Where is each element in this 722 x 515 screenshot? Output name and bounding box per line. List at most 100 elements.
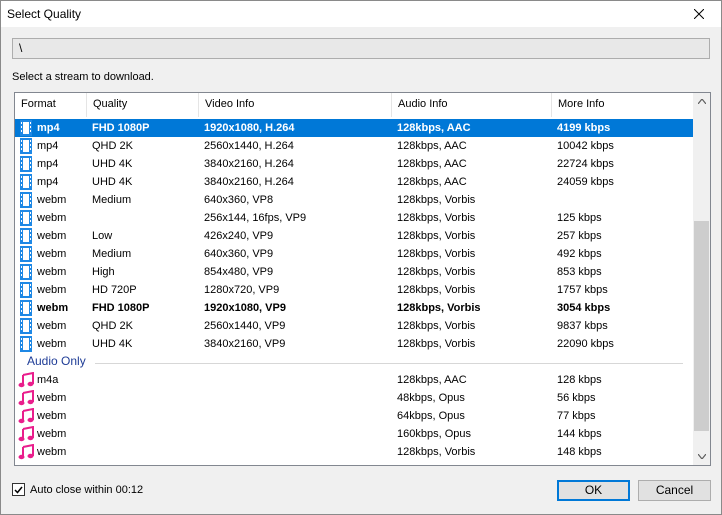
title-bar: Select Quality [1, 1, 721, 27]
table-row[interactable]: webm Low 426x240, VP9 128kbps, Vorbis 257 kb… [15, 227, 693, 245]
cell-audio-info: 128kbps, Vorbis [397, 320, 476, 332]
group-label: Audio Only [27, 354, 86, 368]
auto-close-checkbox[interactable] [12, 483, 25, 496]
table-row[interactable]: m4a 128kbps, AAC 128 kbps [15, 371, 693, 389]
cell-format: webm [37, 410, 67, 422]
cell-format: webm [37, 302, 69, 314]
ok-button[interactable]: OK [557, 480, 630, 501]
table-row[interactable]: webm FHD 1080P 1920x1080, VP9 128kbps, Vorb… [15, 299, 693, 317]
cancel-button[interactable]: Cancel [638, 480, 711, 501]
cell-audio-info: 48kbps, Opus [397, 392, 465, 404]
auto-close-option[interactable]: Auto close within 00:12 [12, 483, 143, 496]
group-divider [95, 363, 683, 364]
table-row[interactable]: webm Medium 640x360, VP9 128kbps, Vorbis 492… [15, 245, 693, 263]
cell-more-info: 853 kbps [557, 266, 602, 278]
cell-quality: UHD 4K [92, 176, 133, 188]
cell-video-info: 854x480, VP9 [204, 266, 274, 278]
audio-only-group-header: Audio Only [15, 353, 693, 371]
cell-audio-info: 128kbps, Vorbis [397, 284, 476, 296]
cell-more-info: 128 kbps [557, 374, 602, 386]
cell-quality: UHD 4K [92, 158, 133, 170]
cell-audio-info: 128kbps, Vorbis [397, 212, 476, 224]
film-icon [18, 156, 34, 172]
cell-audio-info: 128kbps, Vorbis [397, 338, 476, 350]
table-row[interactable]: webm 48kbps, Opus 56 kbps [15, 389, 693, 407]
music-note-icon [18, 389, 34, 406]
list-rows: mp4 FHD 1080P 1920x1080, H.264 128kbps, AAC… [15, 119, 693, 461]
table-row[interactable]: webm Medium 640x360, VP8 128kbps, Vorbis [15, 191, 693, 209]
table-row[interactable]: mp4 FHD 1080P 1920x1080, H.264 128kbps, AAC… [15, 119, 693, 137]
cell-video-info: 2560x1440, H.264 [204, 140, 294, 152]
cell-more-info: 77 kbps [557, 410, 596, 422]
cell-audio-info: 128kbps, AAC [397, 176, 467, 188]
column-header-audio-info[interactable]: Audio Info [392, 93, 552, 117]
table-row[interactable]: mp4 QHD 2K 2560x1440, H.264 128kbps, AAC 100… [15, 137, 693, 155]
scroll-thumb[interactable] [694, 221, 709, 431]
cell-format: mp4 [37, 140, 59, 152]
cell-audio-info: 128kbps, Vorbis [397, 266, 476, 278]
cell-video-info: 426x240, VP9 [204, 230, 274, 242]
film-icon [18, 318, 34, 334]
column-header-quality[interactable]: Quality [87, 93, 199, 117]
film-icon [18, 120, 34, 136]
cell-video-info: 3840x2160, H.264 [204, 158, 294, 170]
cell-quality: Low [92, 230, 113, 242]
cell-format: webm [37, 428, 67, 440]
scroll-down-button[interactable] [693, 448, 710, 465]
cell-format: webm [37, 284, 67, 296]
cell-more-info: 257 kbps [557, 230, 602, 242]
column-header-video-info[interactable]: Video Info [199, 93, 392, 117]
cell-more-info: 148 kbps [557, 446, 602, 458]
table-row[interactable]: webm High 854x480, VP9 128kbps, Vorbis 853 k… [15, 263, 693, 281]
film-icon [18, 210, 34, 226]
cell-video-info: 1920x1080, H.264 [204, 122, 295, 134]
film-icon [18, 228, 34, 244]
cell-audio-info: 128kbps, Vorbis [397, 248, 476, 260]
vertical-scrollbar[interactable] [693, 93, 710, 465]
table-row[interactable]: mp4 UHD 4K 3840x2160, H.264 128kbps, AAC 240… [15, 173, 693, 191]
scroll-up-button[interactable] [693, 93, 710, 110]
column-header-format[interactable]: Format [15, 93, 87, 117]
column-header-more-info[interactable]: More Info [552, 93, 693, 117]
table-row[interactable]: webm 256x144, 16fps, VP9 128kbps, Vorbis 12… [15, 209, 693, 227]
cell-format: webm [37, 446, 67, 458]
cell-format: webm [37, 248, 67, 260]
cell-format: webm [37, 194, 67, 206]
cell-format: webm [37, 266, 67, 278]
close-button[interactable] [677, 1, 721, 27]
music-note-icon [18, 425, 34, 442]
cell-more-info: 56 kbps [557, 392, 596, 404]
path-field[interactable]: \ [12, 38, 710, 59]
window-title: Select Quality [7, 7, 82, 21]
table-row[interactable]: webm UHD 4K 3840x2160, VP9 128kbps, Vorbis 2… [15, 335, 693, 353]
film-icon [18, 336, 34, 352]
cell-more-info: 1757 kbps [557, 284, 608, 296]
film-icon [18, 282, 34, 298]
table-row[interactable]: webm 64kbps, Opus 77 kbps [15, 407, 693, 425]
cell-audio-info: 128kbps, Vorbis [397, 230, 476, 242]
cell-video-info: 1280x720, VP9 [204, 284, 280, 296]
table-row[interactable]: webm QHD 2K 2560x1440, VP9 128kbps, Vorbis 9… [15, 317, 693, 335]
cell-format: webm [37, 392, 67, 404]
film-icon [18, 192, 34, 208]
cell-video-info: 640x360, VP9 [204, 248, 274, 260]
cell-audio-info: 128kbps, Vorbis [397, 302, 481, 314]
film-icon [18, 264, 34, 280]
cell-more-info: 4199 kbps [557, 122, 611, 134]
film-icon [18, 138, 34, 154]
table-row[interactable]: mp4 UHD 4K 3840x2160, H.264 128kbps, AAC 227… [15, 155, 693, 173]
list-header: Format Quality Video Info Audio Info Mor… [15, 93, 693, 117]
cell-audio-info: 128kbps, AAC [397, 374, 467, 386]
cell-more-info: 10042 kbps [557, 140, 614, 152]
stream-list[interactable]: Format Quality Video Info Audio Info Mor… [14, 92, 711, 466]
cell-quality: QHD 2K [92, 140, 133, 152]
cell-quality: Medium [92, 248, 132, 260]
cell-format: webm [37, 230, 67, 242]
table-row[interactable]: webm HD 720P 1280x720, VP9 128kbps, Vorbis 1… [15, 281, 693, 299]
table-row[interactable]: webm 128kbps, Vorbis 148 kbps [15, 443, 693, 461]
cell-format: webm [37, 338, 67, 350]
table-row[interactable]: webm 160kbps, Opus 144 kbps [15, 425, 693, 443]
cell-quality: UHD 4K [92, 338, 133, 350]
cell-more-info: 125 kbps [557, 212, 602, 224]
cell-audio-info: 64kbps, Opus [397, 410, 465, 422]
